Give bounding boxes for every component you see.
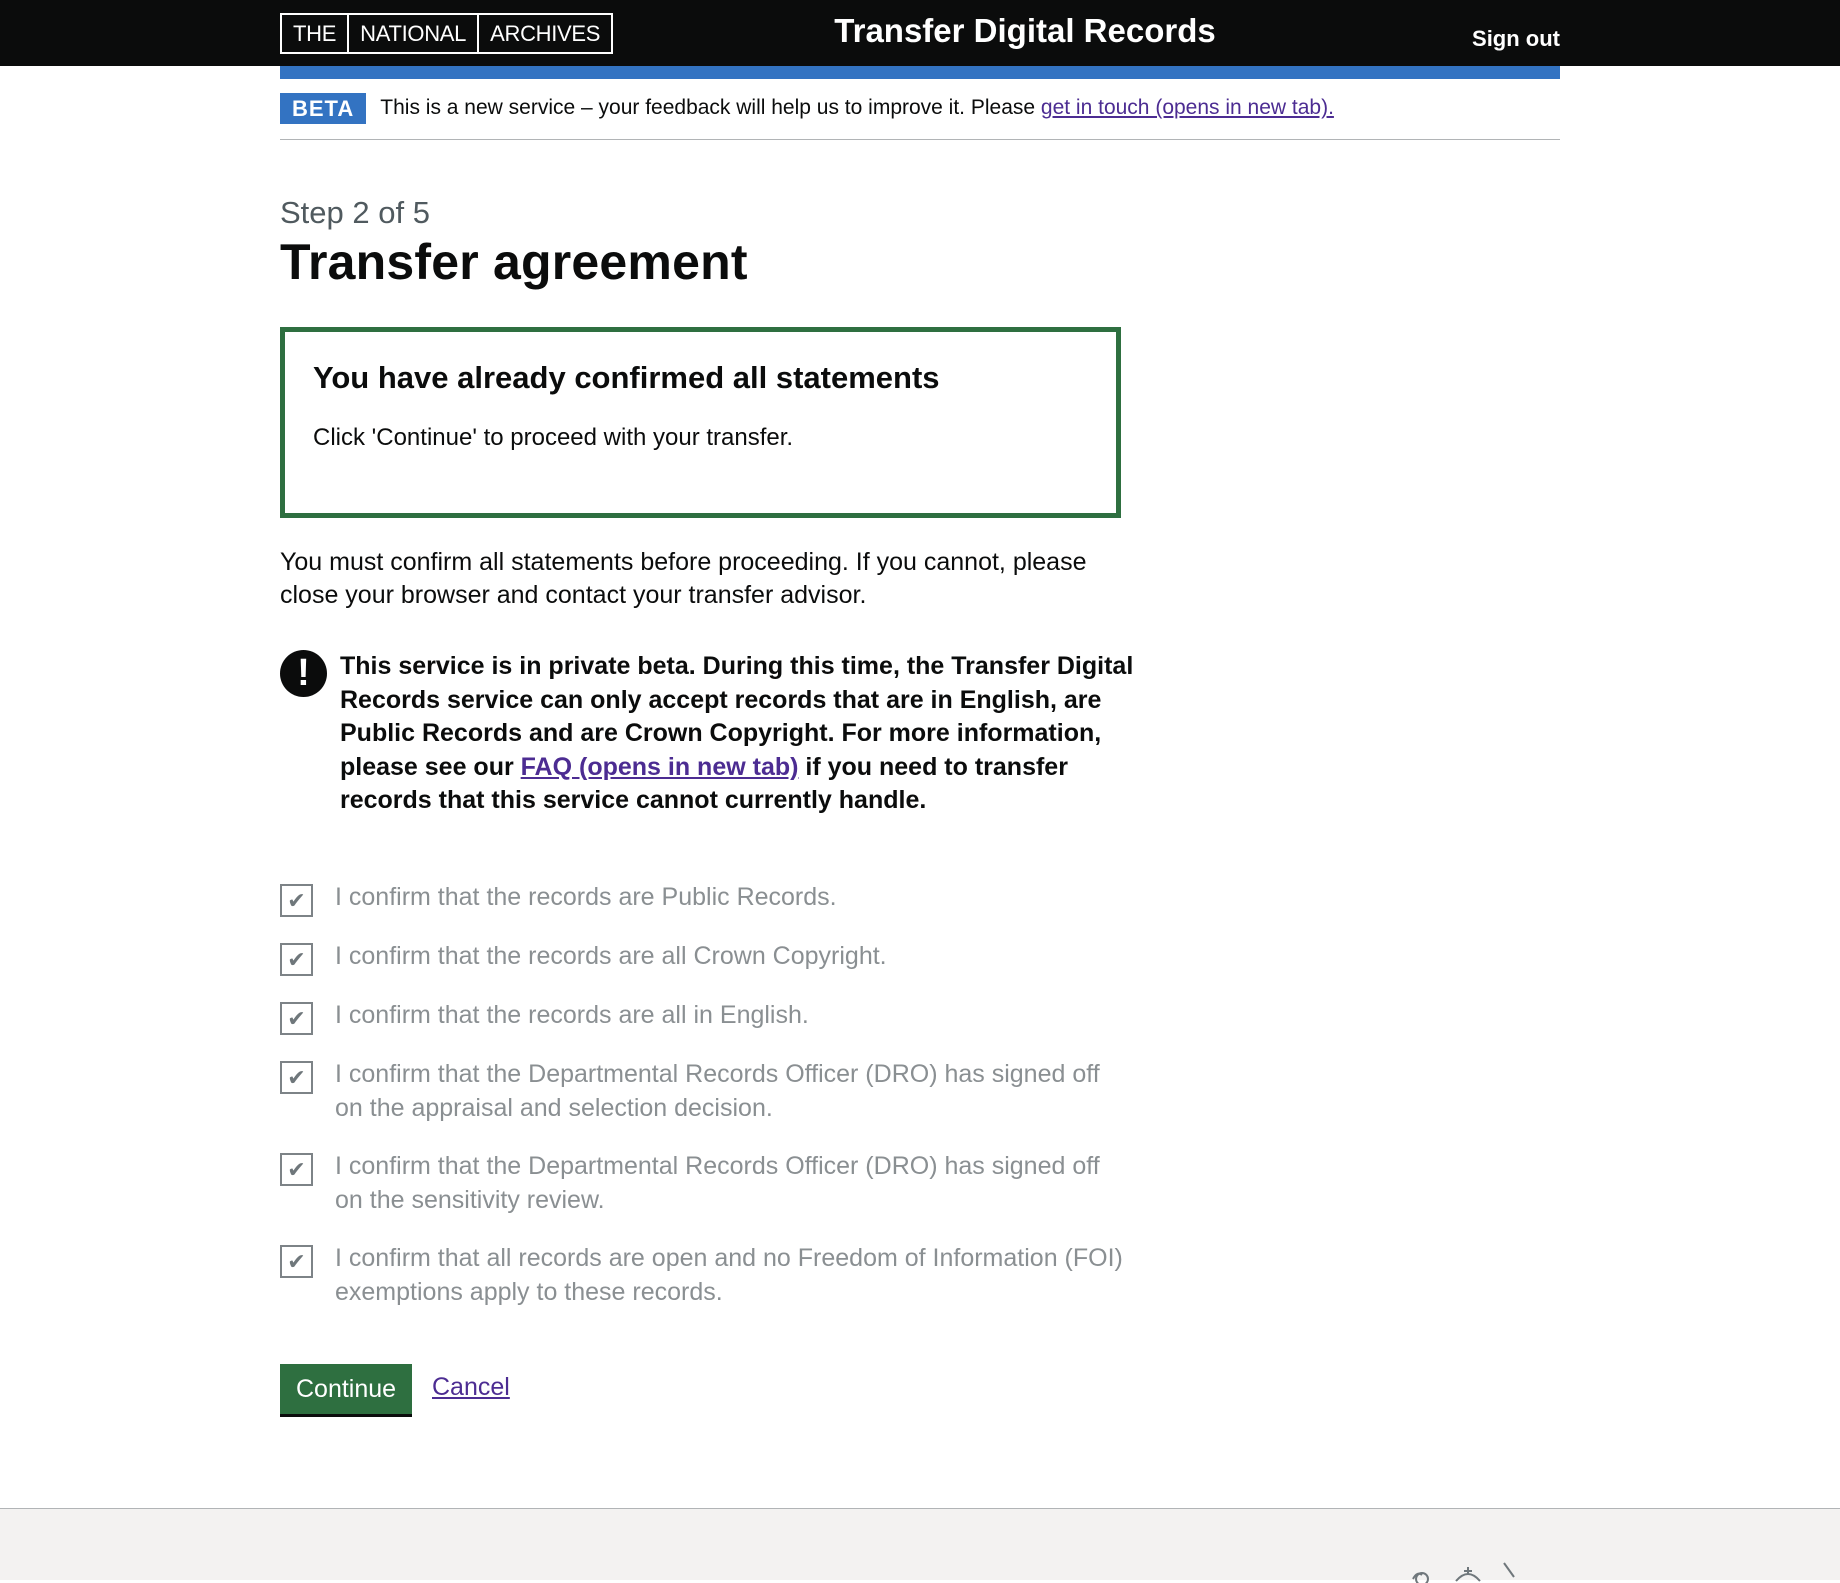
continue-button[interactable]: Continue: [280, 1364, 413, 1417]
site-header: THE NATIONAL ARCHIVES Transfer Digital R…: [0, 0, 1840, 66]
checkbox-checked-icon[interactable]: ✔: [280, 1153, 313, 1186]
statement-label: I confirm that the records are all Crown…: [335, 942, 887, 970]
success-panel-title: You have already confirmed all statement…: [313, 360, 940, 395]
phase-banner-message: This is a new service – your feedback wi…: [380, 96, 1041, 119]
success-panel: You have already confirmed all statement…: [280, 327, 1121, 518]
logo-part-archives: ARCHIVES: [477, 15, 611, 52]
success-panel-body: Click 'Continue' to proceed with your tr…: [313, 424, 794, 451]
checkbox-checked-icon[interactable]: ✔: [280, 943, 313, 976]
checkbox-checked-icon[interactable]: ✔: [280, 884, 313, 917]
checkbox-checked-icon[interactable]: ✔: [280, 1061, 313, 1094]
feedback-link[interactable]: get in touch (opens in new tab).: [1041, 96, 1334, 119]
header-accent-bar: [280, 66, 1560, 79]
faq-link[interactable]: FAQ (opens in new tab): [521, 753, 799, 781]
service-name[interactable]: Transfer Digital Records: [780, 12, 1270, 50]
cancel-link[interactable]: Cancel: [432, 1373, 510, 1402]
intro-text: You must confirm all statements before p…: [280, 548, 1087, 609]
phase-banner: BETA This is a new service – your feedba…: [280, 93, 1560, 140]
warning-message: This service is in private beta. During …: [340, 650, 1140, 818]
statement-label: I confirm that the records are Public Re…: [335, 883, 837, 911]
logo-part-national: NATIONAL: [347, 15, 477, 52]
page-title: Transfer agreement: [280, 234, 748, 290]
warning-icon: !: [280, 650, 327, 697]
checkbox-checked-icon[interactable]: ✔: [280, 1002, 313, 1035]
sign-out-link[interactable]: Sign out: [1472, 26, 1560, 52]
statement-label: I confirm that the records are all in En…: [335, 1001, 809, 1029]
statement-label: I confirm that the Departmental Records …: [335, 1060, 1100, 1122]
logo-part-the: THE: [293, 20, 337, 46]
beta-tag: BETA: [280, 93, 367, 124]
checkbox-checked-icon[interactable]: ✔: [280, 1245, 313, 1278]
step-caption: Step 2 of 5: [280, 195, 430, 230]
phase-banner-text: This is a new service – your feedback wi…: [380, 93, 1334, 123]
site-footer: [0, 1508, 1840, 1583]
statement-label: I confirm that all records are open and …: [335, 1244, 1123, 1306]
statement-label: I confirm that the Departmental Records …: [335, 1152, 1100, 1214]
national-archives-logo[interactable]: THE NATIONAL ARCHIVES: [280, 13, 614, 54]
